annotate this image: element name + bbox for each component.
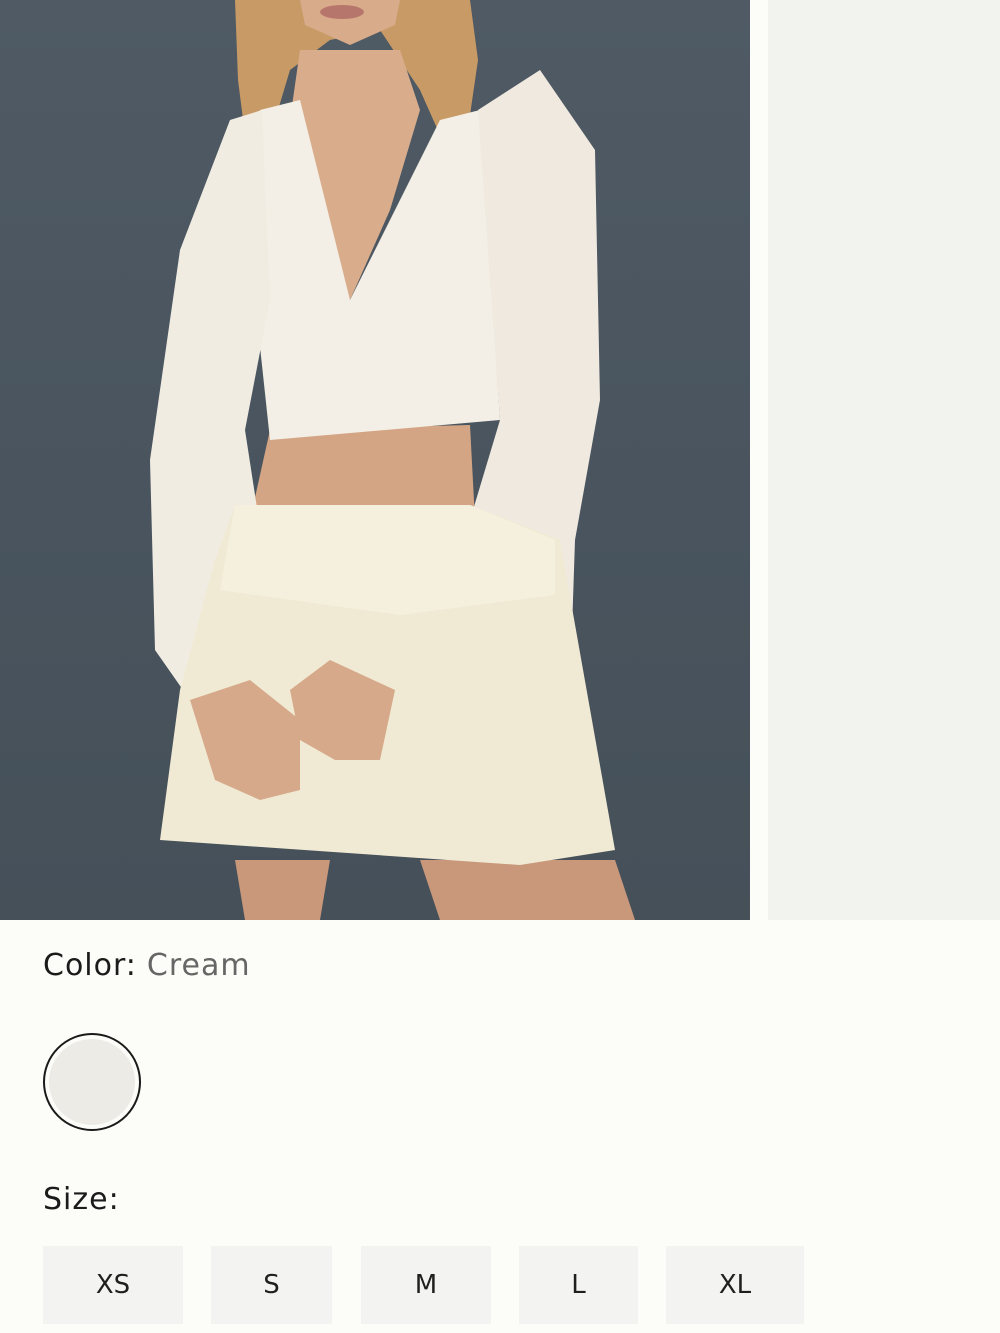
- size-label: Size:: [43, 1182, 120, 1217]
- model-illustration: [150, 0, 635, 920]
- product-photo-main[interactable]: [0, 0, 750, 920]
- size-button-xl[interactable]: XL: [666, 1246, 804, 1324]
- color-label: Color:: [43, 948, 137, 983]
- size-button-s[interactable]: S: [211, 1246, 332, 1324]
- size-button-xs[interactable]: XS: [43, 1246, 183, 1324]
- color-swatch-cream[interactable]: [43, 1033, 141, 1131]
- swatch-fill: [49, 1039, 135, 1125]
- color-value: Cream: [146, 948, 251, 983]
- size-button-l[interactable]: L: [519, 1246, 638, 1324]
- size-options: XS S M L XL: [0, 1246, 1000, 1324]
- product-gallery[interactable]: [0, 0, 1000, 920]
- color-selector-label: Color: Cream: [43, 948, 251, 983]
- size-button-m[interactable]: M: [361, 1246, 491, 1324]
- product-photo-secondary[interactable]: [768, 0, 1000, 920]
